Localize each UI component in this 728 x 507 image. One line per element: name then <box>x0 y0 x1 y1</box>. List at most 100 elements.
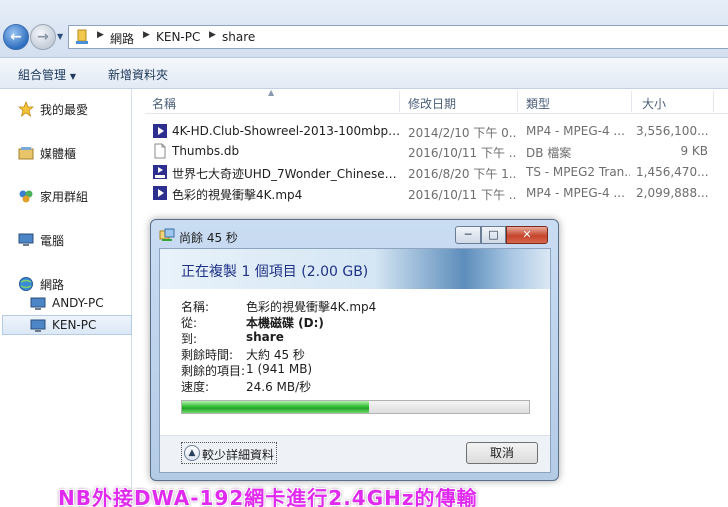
computer-icon <box>30 297 46 310</box>
file-name: 4K-HD.Club-Showreel-2013-100mbps.... <box>172 124 402 138</box>
file-type: DB 檔案 <box>526 146 572 160</box>
nav-ken-pc[interactable]: KEN-PC <box>2 315 132 335</box>
file-size: 1,456,470... <box>636 165 708 179</box>
file-date: 2016/10/11 下午 ... <box>408 146 516 160</box>
breadcrumb-separator-icon[interactable]: ▶ <box>97 30 104 40</box>
nav-network-label: 網路 <box>40 278 65 292</box>
new-folder-button[interactable]: 新增資料夾 <box>108 66 168 83</box>
column-size[interactable]: 大小 <box>642 95 666 112</box>
nav-homegroup-label: 家用群組 <box>40 190 89 204</box>
maximize-icon: □ <box>488 228 499 241</box>
file-row[interactable]: 世界七大奇迹UHD_7Wonder_Chinese_... 2016/8/20 … <box>150 162 728 182</box>
computer-icon <box>18 233 34 246</box>
library-icon <box>18 147 34 160</box>
copy-progress-dialog: 尚餘 45 秒 ─ □ ✕ 正在複製 1 個項目 (2.00 GB) 名稱: 色… <box>150 219 559 481</box>
back-arrow-icon: ← <box>10 29 22 45</box>
dialog-body: 正在複製 1 個項目 (2.00 GB) 名稱: 色彩的視覺衝擊4K.mp4 從… <box>159 248 551 473</box>
column-date[interactable]: 修改日期 <box>408 95 456 112</box>
sort-ascending-icon: ▲ <box>268 88 275 97</box>
navigation-pane: 我的最愛 媒體櫃 家用群組 電腦 網路 ANDY-PC KEN-PC <box>0 89 132 507</box>
nav-andy-pc-label: ANDY-PC <box>52 296 104 310</box>
file-row[interactable]: 4K-HD.Club-Showreel-2013-100mbps.... 201… <box>150 121 728 141</box>
detail-key: 剩餘時間: <box>181 348 234 362</box>
dialog-title: 尚餘 45 秒 <box>179 231 238 245</box>
network-folder-icon <box>76 29 88 44</box>
file-name: 世界七大奇迹UHD_7Wonder_Chinese_... <box>172 167 402 181</box>
detail-key: 剩餘的項目: <box>181 364 246 378</box>
breadcrumb-separator-icon[interactable]: ▶ <box>143 30 150 40</box>
db-file-icon <box>154 143 166 159</box>
breadcrumb-share[interactable]: share <box>222 30 255 44</box>
address-input[interactable]: ▶ 網路 ▶ KEN-PC ▶ share <box>68 25 728 49</box>
back-button[interactable]: ← <box>3 24 29 50</box>
detail-value: 色彩的視覺衝擊4K.mp4 <box>246 300 377 314</box>
detail-key: 速度: <box>181 380 210 394</box>
copy-heading: 正在複製 1 個項目 (2.00 GB) <box>181 264 369 280</box>
chevron-up-icon: ▲ <box>184 445 200 461</box>
less-details-button[interactable]: ▲ 較少詳細資料 <box>181 442 278 464</box>
file-row[interactable]: Thumbs.db 2016/10/11 下午 ... DB 檔案 9 KB <box>150 141 728 161</box>
forward-arrow-icon: → <box>37 29 49 45</box>
minimize-button[interactable]: ─ <box>455 226 481 244</box>
detail-value: 1 (941 MB) <box>246 362 313 376</box>
dialog-banner: 正在複製 1 個項目 (2.00 GB) <box>160 249 550 289</box>
chevron-down-icon: ▼ <box>69 72 76 81</box>
copy-files-icon <box>159 228 175 241</box>
close-icon: ✕ <box>522 228 532 241</box>
file-name: 色彩的視覺衝擊4K.mp4 <box>172 188 303 202</box>
nav-libraries-label: 媒體櫃 <box>40 147 77 161</box>
minimize-icon: ─ <box>464 228 472 241</box>
cancel-button[interactable]: 取消 <box>466 442 538 464</box>
detail-value-link[interactable]: share <box>246 330 284 344</box>
network-globe-icon <box>19 277 33 291</box>
computer-icon <box>30 319 46 332</box>
forward-button[interactable]: → <box>30 24 56 50</box>
file-row[interactable]: 色彩的視覺衝擊4K.mp4 2016/10/11 下午 ... MP4 - MP… <box>150 183 728 203</box>
column-type[interactable]: 類型 <box>526 95 550 112</box>
explorer-window: ← → ▼ ▶ 網路 ▶ KEN-PC ▶ share 組合管理 ▼ 新增資料夾… <box>0 0 728 507</box>
address-bar-area: ← → ▼ ▶ 網路 ▶ KEN-PC ▶ share <box>0 0 728 58</box>
column-divider[interactable] <box>399 91 400 112</box>
file-size: 9 KB <box>680 144 708 158</box>
column-name[interactable]: 名稱 <box>152 95 176 112</box>
nav-ken-pc-label: KEN-PC <box>52 318 97 332</box>
file-type: MP4 - MPEG-4 ... <box>526 186 625 200</box>
detail-value: 大約 45 秒 <box>246 348 305 362</box>
copy-progress-bar <box>181 400 530 414</box>
dialog-footer: ▲ 較少詳細資料 取消 <box>160 435 550 472</box>
mp4-video-icon <box>153 186 167 200</box>
column-divider[interactable] <box>713 91 714 112</box>
file-date: 2016/10/11 下午 ... <box>408 188 516 202</box>
file-size: 3,556,100... <box>636 124 708 138</box>
copy-progress-fill <box>182 401 370 413</box>
file-name: Thumbs.db <box>172 144 240 158</box>
breadcrumb-separator-icon[interactable]: ▶ <box>209 30 216 40</box>
history-dropdown-icon[interactable]: ▼ <box>57 31 66 43</box>
detail-key: 到: <box>181 332 198 346</box>
command-bar: 組合管理 ▼ 新增資料夾 <box>0 58 728 89</box>
column-divider[interactable] <box>631 91 632 112</box>
breadcrumb-network[interactable]: 網路 <box>110 30 134 47</box>
detail-key: 從: <box>181 316 198 330</box>
maximize-button[interactable]: □ <box>481 226 506 244</box>
file-date: 2016/8/20 下午 1... <box>408 167 516 181</box>
less-details-label: 較少詳細資料 <box>202 448 275 462</box>
file-size: 2,099,888... <box>636 186 708 200</box>
file-type: MP4 - MPEG-4 ... <box>526 124 625 138</box>
close-button[interactable]: ✕ <box>506 226 548 244</box>
nav-favorites-label: 我的最愛 <box>40 103 89 117</box>
detail-value-link[interactable]: 本機磁碟 (D:) <box>246 314 324 331</box>
organize-button[interactable]: 組合管理 ▼ <box>18 66 76 83</box>
homegroup-icon <box>19 190 33 203</box>
ts-video-icon <box>153 165 167 179</box>
file-list-header: ▲ 名稱 修改日期 類型 大小 <box>145 88 728 114</box>
column-divider[interactable] <box>517 91 518 112</box>
detail-key: 名稱: <box>181 300 210 314</box>
file-type: TS - MPEG2 Tran... <box>526 165 630 179</box>
nav-computer-label: 電腦 <box>40 234 65 248</box>
star-icon <box>18 101 34 117</box>
breadcrumb-ken-pc[interactable]: KEN-PC <box>156 30 200 44</box>
caption-overlay-text: NB外接DWA-192網卡進行2.4GHz的傳輸 <box>58 486 478 507</box>
detail-value: 24.6 MB/秒 <box>246 380 312 394</box>
file-date: 2014/2/10 下午 0... <box>408 126 516 140</box>
